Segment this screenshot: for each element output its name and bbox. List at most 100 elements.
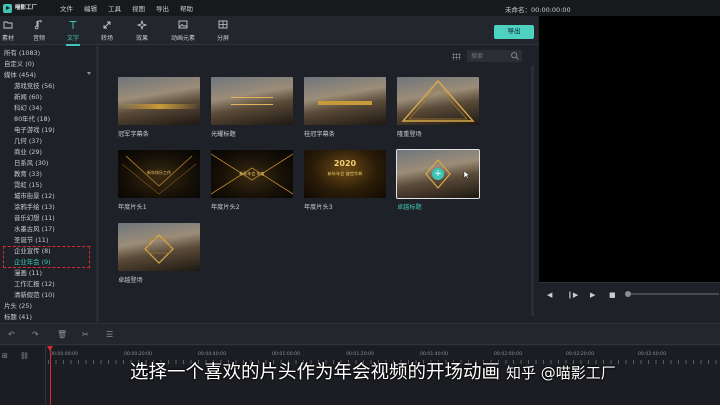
- category-media[interactable]: 媒体 (454): [4, 70, 36, 79]
- template-card[interactable]: 光耀标题: [211, 77, 293, 138]
- category-item[interactable]: 新闻 (60): [14, 92, 42, 101]
- tab-effects-label: 效果: [135, 35, 148, 42]
- menu-help[interactable]: 帮助: [180, 3, 193, 13]
- effects-icon: [128, 19, 156, 31]
- tab-transition[interactable]: 转场: [93, 20, 121, 42]
- template-card[interactable]: 冠军字幕条: [118, 77, 200, 138]
- grid-view-icon[interactable]: [452, 53, 461, 60]
- menu-view[interactable]: 视图: [132, 3, 145, 13]
- play-icon[interactable]: ▶: [590, 291, 595, 299]
- export-button[interactable]: 导出: [494, 25, 534, 39]
- cut-icon[interactable]: ✂: [82, 330, 89, 339]
- template-name: 卓越标题: [397, 204, 422, 211]
- thumbnail-caption: 新年年会 年度: [239, 171, 265, 176]
- app-logo: 喵影工厂: [3, 3, 53, 13]
- tab-text[interactable]: 文字: [59, 20, 87, 46]
- menu-edit[interactable]: 编辑: [84, 3, 97, 13]
- category-item[interactable]: 漫画 (11): [14, 268, 42, 277]
- time-tick: 00:00:40:00: [198, 352, 227, 357]
- category-item[interactable]: 游戏竞技 (56): [14, 81, 55, 90]
- adjust-icon[interactable]: ☰: [106, 330, 113, 339]
- playback-progress-bar[interactable]: [629, 293, 719, 295]
- preview-window: [539, 16, 720, 282]
- category-item[interactable]: 城市街景 (12): [14, 191, 55, 200]
- category-item[interactable]: 电子游戏 (19): [14, 125, 55, 134]
- previous-frame-icon[interactable]: ◀︎: [547, 291, 552, 299]
- category-item[interactable]: 霓虹 (15): [14, 180, 42, 189]
- tab-elements-label: 动画元素: [170, 35, 195, 42]
- category-titles[interactable]: 标题 (41): [4, 312, 32, 321]
- tab-audio[interactable]: 音频: [25, 20, 53, 42]
- template-name: 桂冠字幕条: [304, 131, 335, 138]
- template-thumbnail[interactable]: [304, 77, 386, 125]
- stop-icon[interactable]: ■: [609, 291, 616, 299]
- template-name: 冠军字幕条: [118, 131, 149, 138]
- search-icon[interactable]: [510, 51, 520, 61]
- link-icon[interactable]: ⛓: [20, 352, 29, 360]
- menu-export[interactable]: 导出: [156, 3, 169, 13]
- logo-text: 喵影工厂: [15, 5, 38, 11]
- category-item[interactable]: 教育 (33): [14, 169, 42, 178]
- category-item[interactable]: 水墨古风 (17): [14, 224, 55, 233]
- template-thumbnail[interactable]: [211, 77, 293, 125]
- playback-knob[interactable]: [625, 291, 631, 297]
- category-item[interactable]: 几何 (37): [14, 136, 42, 145]
- template-thumbnail[interactable]: 2020 新年年会 盛世华典: [304, 150, 386, 198]
- tab-split-screen-label: 分屏: [216, 35, 229, 42]
- sidebar-scrollbar[interactable]: [96, 46, 99, 322]
- template-card-selected[interactable]: + 卓越标题: [396, 149, 480, 211]
- template-card[interactable]: 桂冠字幕条: [304, 77, 386, 138]
- thumbnail-caption: 新年快乐工作: [147, 170, 171, 175]
- category-all[interactable]: 所有 (1083): [4, 48, 40, 57]
- template-thumbnail[interactable]: 新年快乐工作: [118, 150, 200, 198]
- category-item[interactable]: 80年代 (18): [14, 114, 50, 123]
- menu-file[interactable]: 文件: [60, 3, 73, 13]
- delete-icon[interactable]: 🗑: [57, 330, 67, 339]
- add-track-icon[interactable]: ⊞: [2, 352, 8, 360]
- template-card[interactable]: 新年快乐工作 年度片头1: [118, 150, 200, 211]
- category-item[interactable]: 商业 (29): [14, 147, 42, 156]
- category-item[interactable]: 涂鸦手绘 (13): [14, 202, 55, 211]
- category-item[interactable]: 科幻 (34): [14, 103, 42, 112]
- content-scrollbar[interactable]: [531, 66, 534, 316]
- category-item[interactable]: 清新假范 (10): [14, 290, 55, 299]
- music-icon: [25, 20, 53, 31]
- undo-icon[interactable]: ↶: [8, 330, 15, 339]
- template-thumbnail[interactable]: [118, 77, 200, 125]
- category-intro[interactable]: 片头 (25): [4, 301, 32, 310]
- template-thumbnail[interactable]: 新年年会 年度: [211, 150, 293, 198]
- annotation-highlight-box: [3, 246, 90, 268]
- chevron-down-icon[interactable]: [87, 72, 91, 75]
- time-tick: 00:01:00:00: [272, 352, 301, 357]
- template-card[interactable]: 2020 新年年会 盛世华典 年度片头3: [304, 150, 386, 211]
- playhead[interactable]: [47, 346, 53, 405]
- text-icon: [59, 20, 87, 31]
- video-subtitle: 选择一个喜欢的片头作为年会视频的开场动画 知乎 @喵影工厂: [130, 358, 616, 384]
- category-item[interactable]: 工作汇报 (12): [14, 279, 55, 288]
- time-tick: 00:00:20:00: [124, 352, 153, 357]
- tab-transition-label: 转场: [100, 35, 113, 42]
- redo-icon[interactable]: ↷: [32, 330, 39, 339]
- category-item[interactable]: 圣诞节 (11): [14, 235, 48, 244]
- add-icon[interactable]: +: [432, 168, 444, 180]
- template-card[interactable]: 新年年会 年度 年度片头2: [211, 150, 293, 211]
- mouse-cursor-icon: [463, 170, 470, 179]
- template-thumbnail[interactable]: +: [396, 149, 480, 199]
- category-sidebar: 所有 (1083) 自定义 (0) 媒体 (454) 游戏竞技 (56) 新闻 …: [0, 46, 99, 322]
- category-custom[interactable]: 自定义 (0): [4, 59, 34, 68]
- tab-effects[interactable]: 效果: [128, 19, 156, 42]
- template-card[interactable]: 隆重登场: [397, 77, 479, 138]
- category-item[interactable]: 音乐幻想 (11): [14, 213, 55, 222]
- template-card[interactable]: 卓越登场: [118, 223, 200, 284]
- time-tick: 00:02:00:00: [494, 352, 523, 357]
- tab-media[interactable]: 素材: [0, 20, 22, 42]
- split-screen-icon: [209, 20, 237, 31]
- category-item[interactable]: 日系风 (30): [14, 158, 48, 167]
- step-back-icon[interactable]: ❙▶: [567, 291, 578, 299]
- menu-tools[interactable]: 工具: [108, 3, 121, 13]
- image-icon: [164, 20, 202, 31]
- tab-elements[interactable]: 动画元素: [164, 20, 202, 42]
- template-thumbnail[interactable]: [397, 77, 479, 125]
- tab-split-screen[interactable]: 分屏: [209, 20, 237, 42]
- template-thumbnail[interactable]: [118, 223, 200, 271]
